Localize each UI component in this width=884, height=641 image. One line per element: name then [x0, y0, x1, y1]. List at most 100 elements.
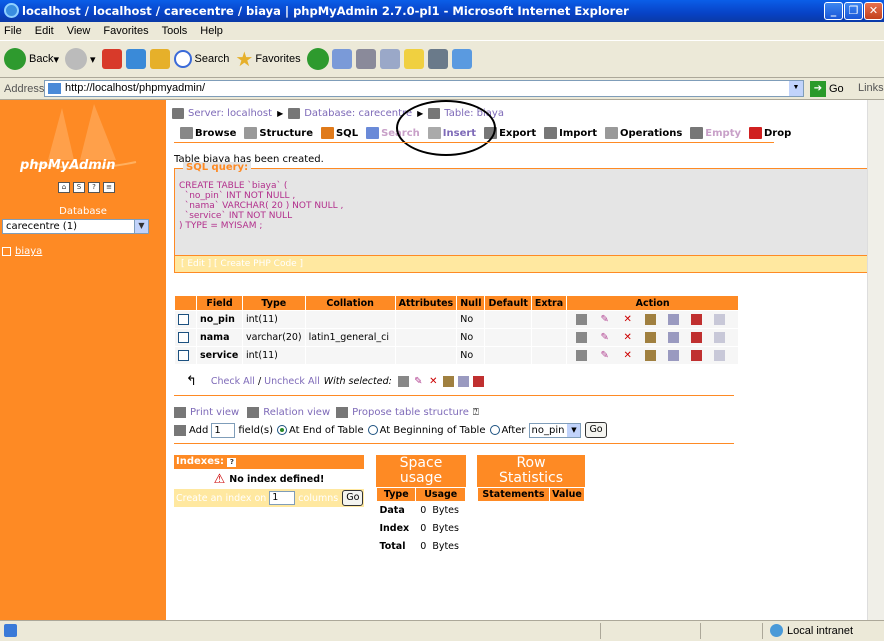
address-input[interactable]: http://localhost/phpmyadmin/ ▼	[44, 80, 804, 97]
table-row: no_pin int(11) No ✎ ✕	[174, 310, 740, 329]
address-dropdown-icon[interactable]: ▼	[789, 81, 803, 96]
unique-icon[interactable]	[691, 314, 703, 325]
index-icon[interactable]	[668, 332, 680, 343]
tab-sql[interactable]: SQL	[320, 127, 358, 139]
index-icon[interactable]	[668, 314, 680, 325]
favorites-button[interactable]: ★ Favorites	[235, 47, 300, 72]
col-attributes: Attributes	[394, 295, 458, 311]
browse-distinct-icon[interactable]	[576, 350, 588, 361]
relation-view-link[interactable]: Relation view	[263, 407, 330, 418]
star-icon: ★	[235, 48, 254, 71]
at-end-radio[interactable]	[276, 425, 287, 435]
uncheck-all-link[interactable]: Uncheck All	[264, 376, 320, 387]
tab-operations[interactable]: Operations	[605, 127, 682, 139]
help-icon[interactable]: ?	[227, 458, 237, 467]
back-button[interactable]: Back ▾	[4, 48, 59, 70]
check-all-link[interactable]: Check All	[211, 376, 255, 387]
breadcrumb-database[interactable]: Database: carecentre	[304, 108, 412, 119]
sql-icon[interactable]: S	[73, 182, 85, 193]
index-columns-input[interactable]: 1	[269, 491, 296, 505]
forward-button[interactable]: ▾	[65, 48, 96, 70]
stop-icon[interactable]	[101, 49, 122, 69]
sql-edit-links[interactable]: [ Edit ] [ Create PHP Code ]	[174, 256, 874, 273]
refresh-icon[interactable]	[125, 49, 146, 69]
index-icon[interactable]	[668, 350, 680, 361]
browse-distinct-icon[interactable]	[397, 376, 409, 387]
delete-icon[interactable]: ✕	[622, 314, 633, 325]
tab-empty[interactable]: Empty	[690, 127, 741, 139]
pencil-icon[interactable]: ✎	[599, 332, 610, 343]
delete-icon[interactable]: ✕	[622, 350, 633, 361]
help-icon[interactable]: ?	[88, 182, 100, 193]
mail-icon[interactable]	[331, 49, 352, 69]
print-view-link[interactable]: Print view	[190, 407, 239, 418]
home-icon[interactable]: ⌂	[58, 182, 70, 193]
primary-key-icon[interactable]	[645, 332, 657, 343]
pencil-icon[interactable]: ✎	[599, 350, 610, 361]
history-icon[interactable]	[306, 48, 329, 70]
menu-edit[interactable]: Edit	[35, 25, 54, 37]
after-radio[interactable]	[489, 425, 500, 435]
menu-favorites[interactable]: Favorites	[103, 25, 148, 37]
tab-structure[interactable]: Structure	[244, 127, 313, 139]
print-icon[interactable]	[355, 49, 376, 69]
delete-icon[interactable]: ✕	[428, 376, 439, 387]
menu-file[interactable]: File	[4, 25, 22, 37]
add-go-button[interactable]: Go	[585, 422, 607, 438]
create-index-go-button[interactable]: Go	[342, 490, 364, 506]
maximize-button[interactable]: ❐	[844, 2, 863, 20]
home-icon[interactable]	[149, 49, 170, 69]
minimize-button[interactable]: _	[824, 2, 843, 20]
tab-browse[interactable]: Browse	[180, 127, 236, 139]
search-button[interactable]: Search	[173, 50, 229, 68]
create-index-form: Create an index on 1 columns Go	[174, 489, 364, 507]
links-button[interactable]: Links	[858, 82, 884, 94]
col-field: Field	[196, 295, 243, 311]
help-icon[interactable]: ⍰	[473, 407, 479, 418]
delete-icon[interactable]: ✕	[622, 332, 633, 343]
browse-distinct-icon[interactable]	[576, 332, 588, 343]
fulltext-icon[interactable]	[714, 350, 726, 361]
primary-key-icon[interactable]	[645, 314, 657, 325]
index-icon[interactable]	[457, 376, 469, 387]
tab-drop[interactable]: Drop	[749, 127, 791, 139]
menu-view[interactable]: View	[67, 25, 91, 37]
row-checkbox[interactable]	[178, 350, 189, 361]
research-icon[interactable]	[427, 49, 448, 69]
table-row: nama varchar(20) latin1_general_ci No ✎ ✕	[174, 328, 740, 347]
window-title: localhost / localhost / carecentre / bia…	[22, 4, 629, 18]
table-link-biaya[interactable]: biaya	[2, 246, 42, 257]
go-button[interactable]: ➔ Go	[810, 80, 850, 98]
search-icon	[366, 127, 380, 139]
field-actions: ✎ ✕	[566, 346, 740, 365]
browse-distinct-icon[interactable]	[576, 314, 588, 325]
unique-icon[interactable]	[691, 332, 703, 343]
propose-structure-link[interactable]: Propose table structure	[352, 407, 469, 418]
at-beginning-radio[interactable]	[367, 425, 378, 435]
edit-icon[interactable]	[379, 49, 400, 69]
primary-key-icon[interactable]	[645, 350, 657, 361]
vertical-scrollbar[interactable]	[867, 100, 884, 620]
pencil-icon[interactable]: ✎	[413, 376, 424, 387]
docs-icon[interactable]: ≡	[103, 182, 115, 193]
database-select[interactable]: carecentre (1) ▼	[2, 219, 149, 234]
unique-icon[interactable]	[691, 350, 703, 361]
field-default	[484, 328, 532, 347]
close-button[interactable]: ✕	[864, 2, 883, 20]
pencil-icon[interactable]: ✎	[599, 314, 610, 325]
breadcrumb-server[interactable]: Server: localhost	[188, 108, 272, 119]
row-checkbox[interactable]	[178, 314, 189, 325]
messenger-icon[interactable]	[451, 49, 472, 69]
folder-icon[interactable]	[403, 49, 424, 69]
propose-icon	[336, 407, 349, 418]
fulltext-icon[interactable]	[714, 332, 726, 343]
menu-tools[interactable]: Tools	[162, 25, 188, 37]
menu-help[interactable]: Help	[200, 25, 223, 37]
tab-import[interactable]: Import	[544, 127, 597, 139]
primary-key-icon[interactable]	[442, 376, 454, 387]
after-field-select[interactable]: no_pin ▼	[528, 422, 582, 438]
field-count-input[interactable]: 1	[211, 422, 236, 438]
unique-icon[interactable]	[472, 376, 484, 387]
fulltext-icon[interactable]	[714, 314, 726, 325]
row-checkbox[interactable]	[178, 332, 189, 343]
